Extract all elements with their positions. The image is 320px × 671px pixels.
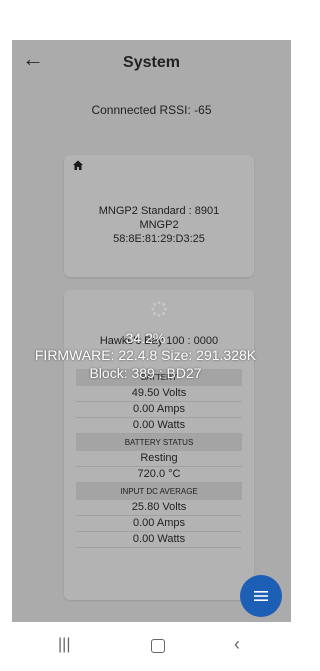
home-button-icon[interactable] [151, 639, 165, 653]
menu-fab-button[interactable] [240, 575, 282, 617]
status-bar [12, 0, 291, 40]
back-chevron-icon[interactable]: ‹ [234, 634, 240, 655]
system-nav-bar: ||| ‹ [0, 622, 291, 671]
update-progress: 34.2% [125, 330, 166, 346]
phone-frame: ← System Connnected RSSI: -65 MNGP2 Stan… [0, 0, 291, 671]
recent-apps-icon[interactable]: ||| [58, 636, 70, 654]
firmware-info: FIRMWARE: 22.4.8 Size: 291.328K [34, 347, 257, 363]
app-screen: ← System Connnected RSSI: -65 MNGP2 Stan… [12, 40, 291, 622]
menu-icon [254, 591, 268, 601]
block-info: Block: 389 : BD27 [89, 365, 202, 381]
